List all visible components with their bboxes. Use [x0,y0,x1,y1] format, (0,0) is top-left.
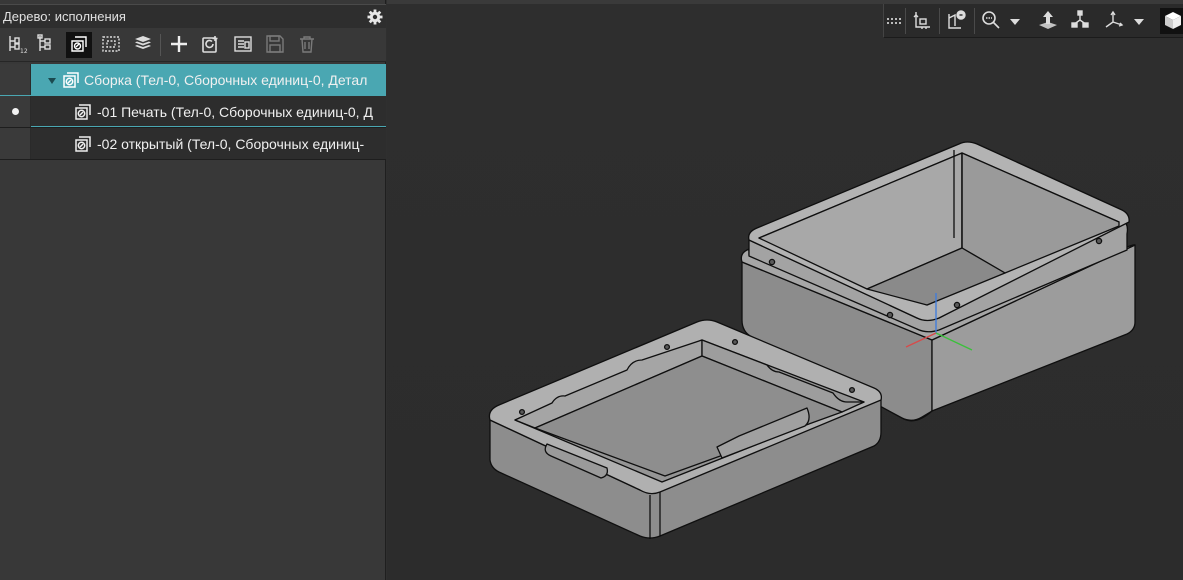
refresh-icon [200,33,222,58]
normal-to-icon [1037,9,1059,34]
tree-item-label: -01 Печать (Тел-0, Сборочных единиц-0, Д [97,104,373,120]
panel-title: Дерево: исполнения [3,9,126,24]
section-view-button[interactable] [942,8,970,34]
3d-model[interactable] [387,0,1183,580]
tree-row-marker [0,96,31,127]
execution-icon [73,102,93,122]
view-toolbar [883,4,1183,38]
execution-properties-button[interactable] [230,32,256,58]
selection-set-icon [100,33,122,58]
grip-handle[interactable] [884,8,904,34]
triad-icon [1103,9,1125,34]
toolbar-separator [905,8,906,34]
current-execution-dot [12,108,19,115]
properties-icon [232,33,254,58]
display-mode-button[interactable] [1160,8,1183,34]
zoom-button[interactable] [977,8,1005,34]
orientation-icon [911,9,933,34]
selection-set-button[interactable] [98,32,124,58]
gear-icon[interactable] [366,8,384,26]
save-execution-button[interactable] [262,32,288,58]
tree-structure-icon: 12 [6,33,28,58]
chevron-down-icon [1010,14,1020,29]
tree-row-body: -01 Печать (Тел-0, Сборочных единиц-0, Д [31,96,386,127]
layers-icon [132,33,154,58]
trash-icon [296,33,318,58]
tree-row-body: Сборка (Тел-0, Сборочных единиц-0, Детал [31,64,386,95]
tree-row-body: -02 открытый (Тел-0, Сборочных единиц- [31,128,386,159]
tree-row-marker [0,64,31,95]
execution-tree: Сборка (Тел-0, Сборочных единиц-0, Детал… [0,64,386,160]
tree-list-button[interactable] [33,32,59,58]
save-icon [264,33,286,58]
tree-item-execution-02[interactable]: -02 открытый (Тел-0, Сборочных единиц- [0,128,386,160]
tree-structure-button[interactable]: 12 [4,32,30,58]
refresh-execution-button[interactable] [198,32,224,58]
view-orientation-icon [1069,9,1091,34]
panel-header: Дерево: исполнения [0,4,386,28]
tree-item-label: Сборка (Тел-0, Сборочных единиц-0, Детал [84,72,368,88]
add-execution-button[interactable] [166,32,192,58]
toolbar-separator [974,8,975,34]
grip-icon [887,14,901,29]
executions-button[interactable] [66,32,92,58]
tree-list-icon [35,33,57,58]
triad-dropdown[interactable] [1130,8,1148,34]
view-orientation-button[interactable] [1066,8,1094,34]
layers-button[interactable] [130,32,156,58]
executions-icon [68,33,90,58]
svg-text:12: 12 [20,48,28,55]
normal-to-button[interactable] [1034,8,1062,34]
triad-button[interactable] [1100,8,1128,34]
assembly-execution-icon [61,70,81,90]
zoom-icon [980,9,1002,34]
tree-row-marker [0,128,31,159]
section-view-icon [945,9,967,34]
plus-icon [168,33,190,58]
delete-execution-button[interactable] [294,32,320,58]
cube-icon [1162,9,1182,34]
zoom-dropdown[interactable] [1006,8,1024,34]
tree-item-assembly[interactable]: Сборка (Тел-0, Сборочных единиц-0, Детал [0,64,386,96]
toolbar-separator [939,8,940,34]
3d-viewport[interactable] [387,0,1183,580]
expand-arrow-icon[interactable] [47,74,57,84]
tree-item-execution-01[interactable]: -01 Печать (Тел-0, Сборочных единиц-0, Д [0,96,386,128]
tree-item-label: -02 открытый (Тел-0, Сборочных единиц- [97,136,365,152]
toolbar-separator [160,34,161,56]
tree-toolbar: 12 [0,28,386,62]
chevron-down-icon [1134,14,1144,29]
orientation-button[interactable] [908,8,936,34]
execution-tree-panel: Дерево: исполнения 12 Сборка (Тел-0, Сбо… [0,0,386,580]
execution-icon [73,134,93,154]
